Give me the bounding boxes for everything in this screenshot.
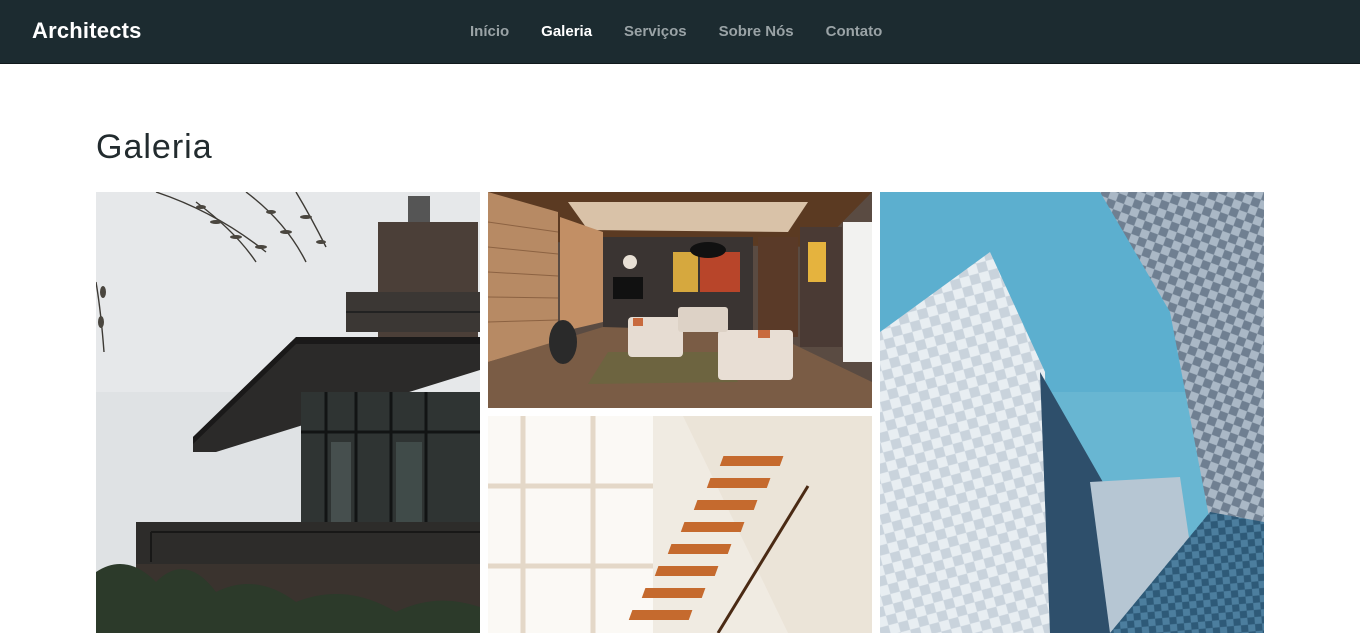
nav-menu: Início Galeria Serviços Sobre Nós Contat… (470, 23, 914, 40)
brand-logo-link[interactable]: Architects (32, 18, 142, 44)
nav-link-contato[interactable]: Contato (826, 23, 883, 40)
nav-link-servicos[interactable]: Serviços (624, 23, 687, 40)
gallery-photo-skyscrapers[interactable] (880, 192, 1264, 633)
nav-link-sobre-nos[interactable]: Sobre Nós (719, 23, 794, 40)
gallery-photo-living-room[interactable] (488, 192, 872, 408)
nav-link-galeria[interactable]: Galeria (541, 23, 592, 40)
nav-link-inicio[interactable]: Início (470, 23, 509, 40)
page-title: Galeria (96, 128, 213, 166)
gallery-photo-stairs[interactable] (488, 416, 872, 633)
navbar: Architects Início Galeria Serviços Sobre… (0, 0, 1360, 64)
gallery-photo-house[interactable] (96, 192, 480, 633)
